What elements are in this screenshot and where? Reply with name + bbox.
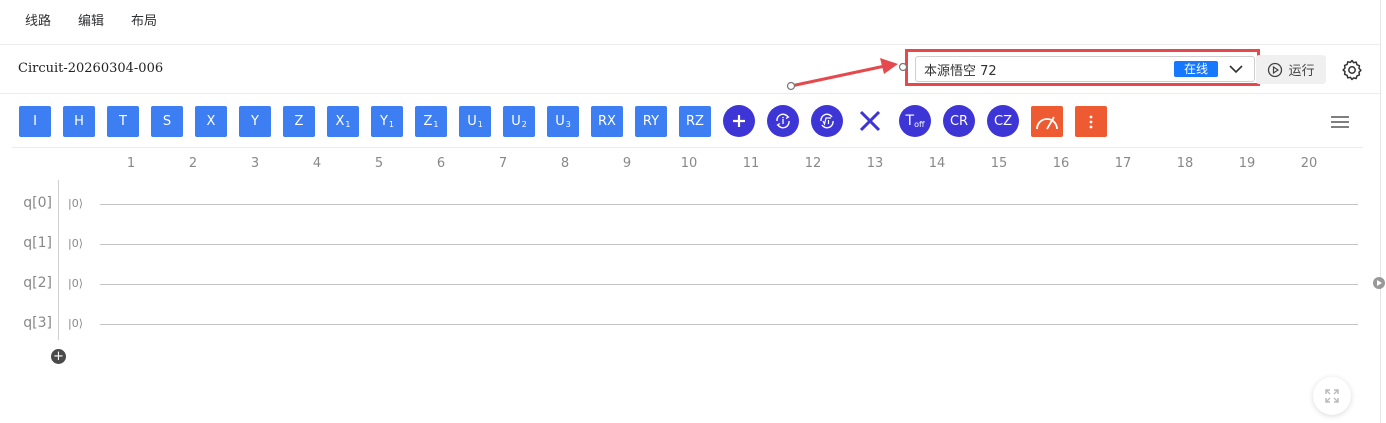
column-number: 19 [1238, 156, 1256, 171]
initial-state: |0⟩ [68, 237, 83, 250]
qubit-divider [58, 180, 59, 340]
plus-icon [733, 115, 745, 127]
gear-icon[interactable] [1340, 58, 1364, 82]
add-qubit-button[interactable]: + [51, 349, 66, 364]
menu-item-circuit[interactable]: 线路 [25, 10, 51, 29]
qubit-label[interactable]: q[0] [18, 195, 52, 211]
initial-state: |0⟩ [68, 277, 83, 290]
divider [1380, 0, 1381, 423]
column-number: 20 [1300, 156, 1318, 171]
gate-subscript: 1 [345, 120, 351, 129]
gate-subscript: 1 [388, 120, 395, 129]
gate-z1-button[interactable]: Z1 [415, 106, 447, 137]
initial-state: |0⟩ [68, 197, 83, 210]
gate-u1-button[interactable]: U1 [459, 106, 491, 137]
qubit-label[interactable]: q[2] [18, 275, 52, 291]
column-number: 18 [1176, 156, 1194, 171]
gate-label: U [511, 114, 521, 129]
expand-icon [1325, 389, 1339, 403]
initial-state: |0⟩ [68, 317, 83, 330]
gate-toffoli-button[interactable]: Toff [899, 105, 931, 137]
more-gates-button[interactable] [1075, 106, 1107, 137]
gate-label: U [555, 114, 565, 129]
column-number: 8 [560, 156, 570, 171]
gate-label: Z [423, 114, 433, 129]
gate-iswap-button[interactable] [767, 105, 799, 137]
play-circle-icon [1268, 62, 1283, 77]
column-number: 7 [498, 156, 508, 171]
qubit-wire[interactable] [100, 204, 1358, 205]
gate-label: X [335, 114, 345, 129]
gate-subscript: 1 [477, 120, 483, 129]
gate-cnot-button[interactable] [723, 105, 755, 137]
gate-subscript: 3 [565, 120, 571, 129]
column-number: 15 [990, 156, 1008, 171]
swap-x-icon[interactable] [857, 108, 883, 134]
qubit-wire[interactable] [100, 324, 1358, 325]
column-number: 10 [680, 156, 698, 171]
column-number: 12 [804, 156, 822, 171]
qubit-wire[interactable] [100, 284, 1358, 285]
menu-bar: 线路 编辑 布局 [0, 0, 1380, 38]
gate-rx-button[interactable]: RX [591, 106, 623, 137]
gate-cr-button[interactable]: CR [943, 105, 975, 137]
divider [12, 147, 1363, 148]
column-number: 13 [866, 156, 884, 171]
gate-subscript: 1 [433, 120, 439, 129]
qubit-label[interactable]: q[3] [18, 315, 52, 331]
column-number: 16 [1052, 156, 1070, 171]
menu-item-edit[interactable]: 编辑 [78, 10, 104, 29]
gate-rz-button[interactable]: RZ [679, 106, 711, 137]
gate-t-button[interactable]: T [107, 106, 139, 137]
gate-y-button[interactable]: Y [239, 106, 271, 137]
circuit-name[interactable]: Circuit-20260304-006 [18, 61, 163, 76]
gate-x-button[interactable]: X [195, 106, 227, 137]
column-number: 2 [188, 156, 198, 171]
column-number: 9 [622, 156, 632, 171]
column-number: 6 [436, 156, 446, 171]
measure-button[interactable] [1031, 106, 1063, 137]
column-number: 3 [250, 156, 260, 171]
gate-label: U [467, 114, 477, 129]
gate-u3-button[interactable]: U3 [547, 106, 579, 137]
column-number: 17 [1114, 156, 1132, 171]
iswap-icon [776, 113, 790, 129]
column-number: 1 [126, 156, 136, 171]
divider [0, 93, 1380, 94]
column-number: 4 [312, 156, 322, 171]
column-number: 14 [928, 156, 946, 171]
more-vertical-icon [1089, 115, 1093, 128]
gate-u2-button[interactable]: U2 [503, 106, 535, 137]
column-number: 5 [374, 156, 384, 171]
gate-subscript: 2 [521, 120, 527, 129]
gate-z-button[interactable]: Z [283, 106, 315, 137]
sqrt-iswap-icon [820, 113, 834, 129]
menu-item-layout[interactable]: 布局 [131, 10, 157, 29]
measure-icon [1036, 116, 1058, 129]
annotation-highlight-box [905, 49, 1260, 86]
qubit-label[interactable]: q[1] [18, 235, 52, 251]
hamburger-menu-icon[interactable] [1330, 115, 1350, 129]
side-panel-toggle-icon[interactable] [1373, 277, 1385, 289]
qubit-wire[interactable] [100, 244, 1358, 245]
gate-i-button[interactable]: I [19, 106, 51, 137]
gate-y1-button[interactable]: Y1 [371, 106, 403, 137]
gate-s-button[interactable]: S [151, 106, 183, 137]
run-button[interactable]: 运行 [1256, 55, 1326, 84]
gate-ry-button[interactable]: RY [635, 106, 667, 137]
gate-subscript: off [914, 119, 925, 129]
divider [0, 44, 1380, 45]
run-label: 运行 [1288, 64, 1315, 79]
fullscreen-button[interactable] [1313, 377, 1351, 415]
gate-label: T [905, 113, 915, 129]
gate-label: Y [379, 114, 388, 129]
gate-sqrt-iswap-button[interactable] [811, 105, 843, 137]
column-number: 11 [742, 156, 760, 171]
gate-x1-button[interactable]: X1 [327, 106, 359, 137]
gate-cz-button[interactable]: CZ [987, 105, 1019, 137]
gate-h-button[interactable]: H [63, 106, 95, 137]
